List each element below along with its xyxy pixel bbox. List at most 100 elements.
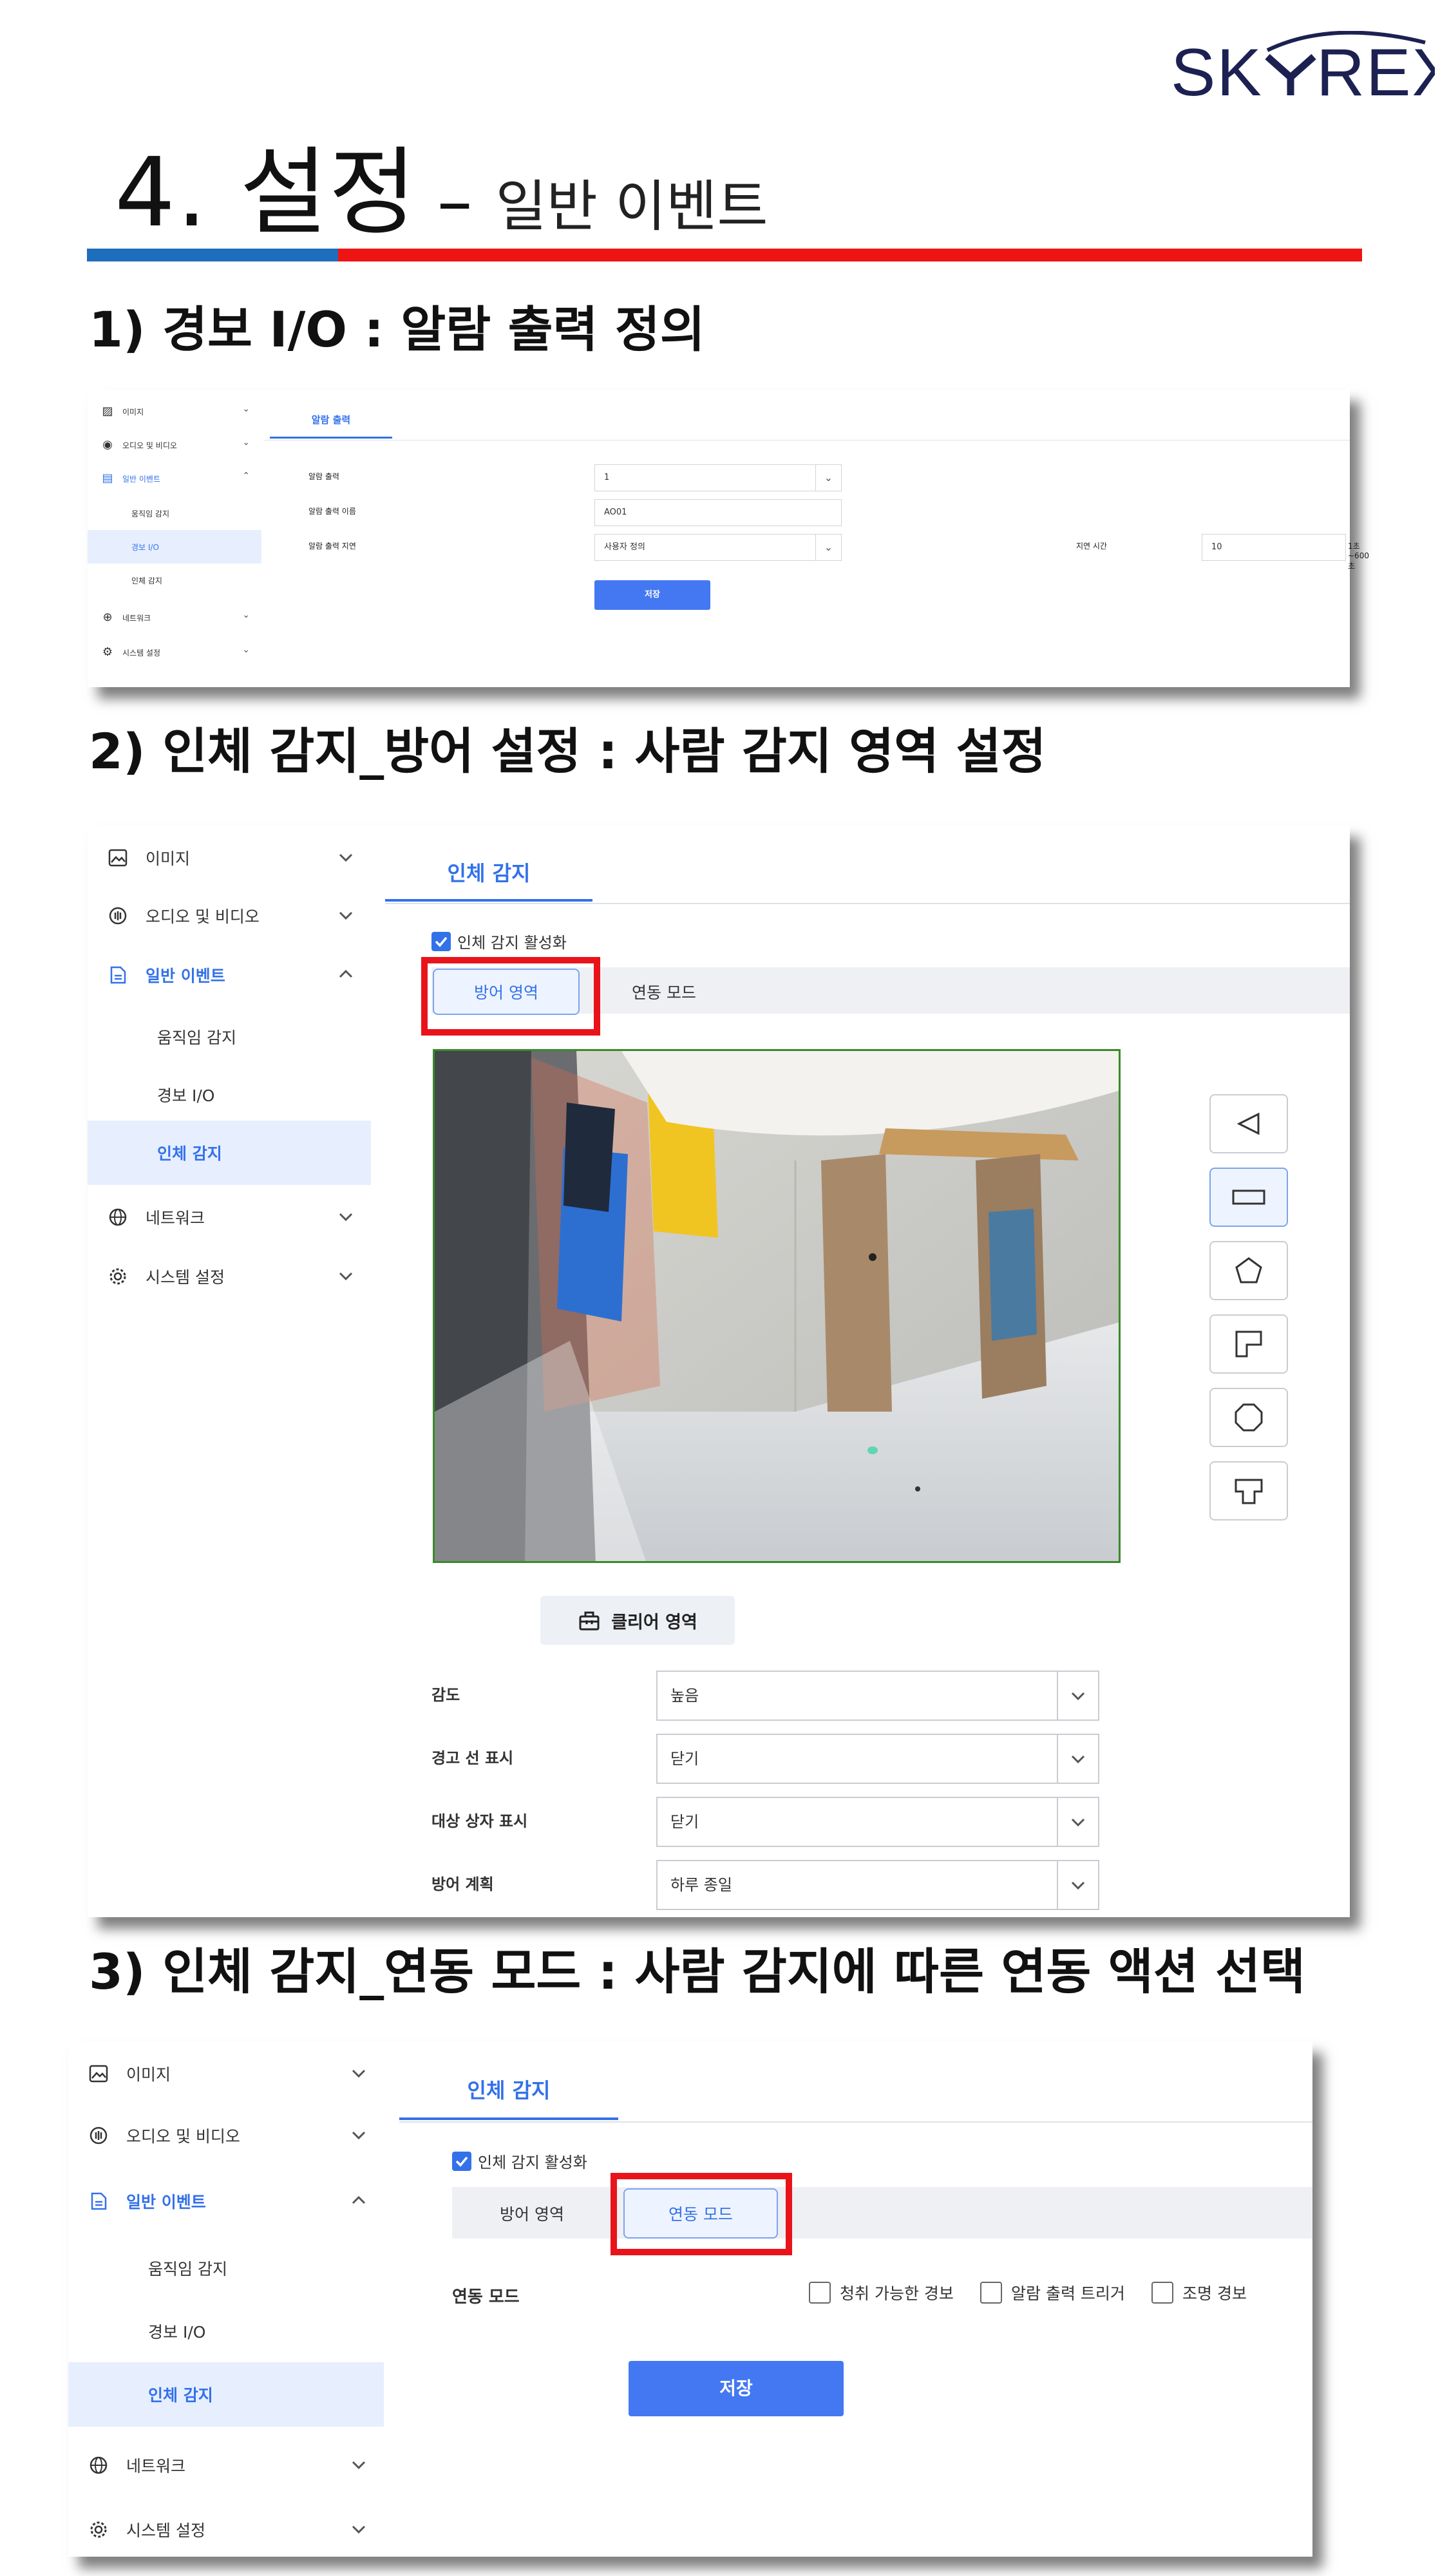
subtab-link-mode[interactable]: 연동 모드 xyxy=(609,969,719,1015)
sidebar-item-human[interactable]: 인체 감지 xyxy=(68,2362,384,2427)
audio-icon: ◉ xyxy=(102,438,113,451)
triangle-icon xyxy=(1236,1112,1260,1135)
sidebar-item-network[interactable]: 네트워크 xyxy=(88,1185,371,1249)
sidebar-item-general-event[interactable]: ▤ 일반 이벤트 ⌃ xyxy=(88,462,261,495)
sidebar-item-audio-video[interactable]: 오디오 및 비디오 xyxy=(68,2103,384,2168)
draw-l-shape-button[interactable] xyxy=(1209,1314,1288,1374)
sidebar-item-network[interactable]: 네트워크 xyxy=(68,2433,384,2497)
sidebar-item-alarm-io[interactable]: 경보 I/O xyxy=(88,1063,371,1127)
sidebar: ▨ 이미지 ⌄ ◉ 오디오 및 비디오 ⌄ ▤ 일반 이벤트 ⌃ 움직임 감지 경보 I/O… xyxy=(88,390,261,687)
label-target-box: 대상 상자 표시 xyxy=(431,1812,528,1830)
enable-human-detect[interactable]: 인체 감지 활성화 xyxy=(452,2150,587,2172)
sidebar-item-motion[interactable]: 움직임 감지 xyxy=(88,497,261,530)
tab-alarm-output[interactable]: 알람 출력 xyxy=(270,401,392,439)
sidebar-item-audio-video[interactable]: 오디오 및 비디오 xyxy=(88,884,371,948)
draw-t-shape-button[interactable] xyxy=(1209,1461,1288,1520)
chevron-down-icon xyxy=(1057,1672,1098,1719)
document-icon xyxy=(88,2190,109,2212)
tab-divider xyxy=(399,2121,1312,2123)
section-3-heading: 3) 인체 감지_연동 모드 : 사람 감지에 따른 연동 액션 선택 xyxy=(89,1943,1305,2000)
sidebar-item-image[interactable]: ▨ 이미지 ⌄ xyxy=(88,395,261,428)
title-dash: – xyxy=(437,160,473,242)
sidebar-item-audio-video[interactable]: ◉ 오디오 및 비디오 ⌄ xyxy=(88,428,261,462)
chevron-down-icon: ⌄ xyxy=(242,404,250,414)
image-icon xyxy=(107,847,129,869)
svg-text:SK: SK xyxy=(1171,35,1263,102)
l-shape-icon xyxy=(1235,1331,1262,1358)
audio-icon xyxy=(107,905,129,927)
chevron-down-icon: ⌄ xyxy=(242,610,250,620)
tab-human-detect[interactable]: 인체 감지 xyxy=(385,845,592,902)
draw-triangle-button[interactable] xyxy=(1209,1094,1288,1153)
sensitivity-select[interactable]: 높음 xyxy=(656,1671,1099,1721)
document-icon xyxy=(107,964,129,986)
chevron-down-icon xyxy=(352,2525,366,2534)
draw-hexagon-button[interactable] xyxy=(1209,1388,1288,1447)
sidebar-item-general-event[interactable]: 일반 이벤트 xyxy=(88,943,371,1007)
sidebar-item-network[interactable]: ⊕ 네트워크 ⌄ xyxy=(88,601,261,634)
checkbox-checked-icon xyxy=(431,931,451,951)
section-1-heading: 1) 경보 I/O : 알람 출력 정의 xyxy=(89,301,705,358)
alarm-output-screenshot: ▨ 이미지 ⌄ ◉ 오디오 및 비디오 ⌄ ▤ 일반 이벤트 ⌃ 움직임 감지 경보 I/O… xyxy=(88,390,1369,687)
sidebar-item-general-event[interactable]: 일반 이벤트 xyxy=(68,2169,384,2233)
draw-pentagon-button[interactable] xyxy=(1209,1241,1288,1300)
label-link-mode: 연동 모드 xyxy=(452,2287,520,2307)
eraser-icon xyxy=(579,1611,600,1631)
option-light-alarm[interactable]: 조명 경보 xyxy=(1151,2281,1247,2304)
draw-rectangle-button[interactable] xyxy=(1209,1168,1288,1227)
sidebar-item-motion[interactable]: 움직임 감지 xyxy=(88,1005,371,1069)
page-title: 4. 설정 – 일반 이벤트 xyxy=(115,115,768,248)
chevron-down-icon xyxy=(339,1272,353,1281)
option-alarm-output-trigger[interactable]: 알람 출력 트리거 xyxy=(980,2281,1125,2304)
alarm-output-name-input[interactable]: AO01 xyxy=(594,499,842,526)
label-warning-line: 경고 선 표시 xyxy=(431,1749,514,1767)
alarm-output-delay-select[interactable]: 사용자 정의 ⌄ xyxy=(594,534,842,561)
chevron-down-icon xyxy=(1057,1861,1098,1909)
sidebar-item-human[interactable]: 인체 감지 xyxy=(88,1121,371,1185)
sidebar-item-motion[interactable]: 움직임 감지 xyxy=(68,2236,384,2300)
title-sub: 일반 이벤트 xyxy=(495,175,768,239)
audio-icon xyxy=(88,2125,109,2146)
sidebar: 이미지 오디오 및 비디오 일반 이벤트 움직임 감지 경보 I/O 인체 감지… xyxy=(68,2041,384,2557)
hexagon-icon xyxy=(1235,1403,1263,1432)
save-button[interactable]: 저장 xyxy=(629,2361,844,2416)
chevron-up-icon xyxy=(339,969,353,978)
sidebar-item-alarm-io[interactable]: 경보 I/O xyxy=(88,530,261,564)
sidebar-item-human[interactable]: 인체 감지 xyxy=(88,564,261,597)
svg-text:REX: REX xyxy=(1316,35,1435,102)
tab-human-detect[interactable]: 인체 감지 xyxy=(399,2061,618,2120)
delay-range: 1초~600초 xyxy=(1348,542,1369,571)
sidebar-item-system[interactable]: 시스템 설정 xyxy=(88,1244,371,1309)
image-icon xyxy=(88,2063,109,2085)
sidebar-item-image[interactable]: 이미지 xyxy=(88,826,371,890)
camera-image xyxy=(435,1051,1119,1561)
sidebar-item-system[interactable]: ⚙ 시스템 설정 ⌄ xyxy=(88,636,261,669)
chevron-up-icon xyxy=(352,2195,366,2204)
alarm-output-select[interactable]: 1 ⌄ xyxy=(594,464,842,491)
camera-preview[interactable] xyxy=(433,1049,1121,1563)
chevron-down-icon: ⌄ xyxy=(815,535,841,560)
gear-icon xyxy=(107,1265,129,1287)
target-box-select[interactable]: 닫기 xyxy=(656,1797,1099,1847)
enable-human-detect[interactable]: 인체 감지 활성화 xyxy=(431,930,567,952)
label-sensitivity: 감도 xyxy=(431,1686,460,1704)
sidebar-item-image[interactable]: 이미지 xyxy=(68,2041,384,2106)
save-button[interactable]: 저장 xyxy=(594,580,710,610)
option-audible-alarm[interactable]: 청취 가능한 경보 xyxy=(809,2281,954,2304)
checkbox-checked-icon xyxy=(452,2151,471,2171)
chevron-down-icon xyxy=(1057,1735,1098,1783)
sidebar-item-alarm-io[interactable]: 경보 I/O xyxy=(68,2299,384,2363)
sidebar-item-system[interactable]: 시스템 설정 xyxy=(68,2497,384,2562)
delay-time-input[interactable]: 10 xyxy=(1202,534,1346,561)
chevron-down-icon xyxy=(339,911,353,920)
sidebar: 이미지 오디오 및 비디오 일반 이벤트 움직임 감지 경보 I/O 인체 감지… xyxy=(88,826,371,1917)
warning-line-select[interactable]: 닫기 xyxy=(656,1734,1099,1784)
rectangle-icon xyxy=(1232,1189,1265,1205)
globe-icon: ⊕ xyxy=(102,611,113,624)
subtab-defense-area[interactable]: 방어 영역 xyxy=(468,2188,596,2239)
chevron-down-icon: ⌄ xyxy=(815,465,841,491)
defense-schedule-select[interactable]: 하루 종일 xyxy=(656,1860,1099,1910)
document-icon: ▤ xyxy=(102,471,113,485)
tab-divider xyxy=(385,903,1350,904)
clear-area-button[interactable]: 클리어 영역 xyxy=(540,1596,735,1645)
